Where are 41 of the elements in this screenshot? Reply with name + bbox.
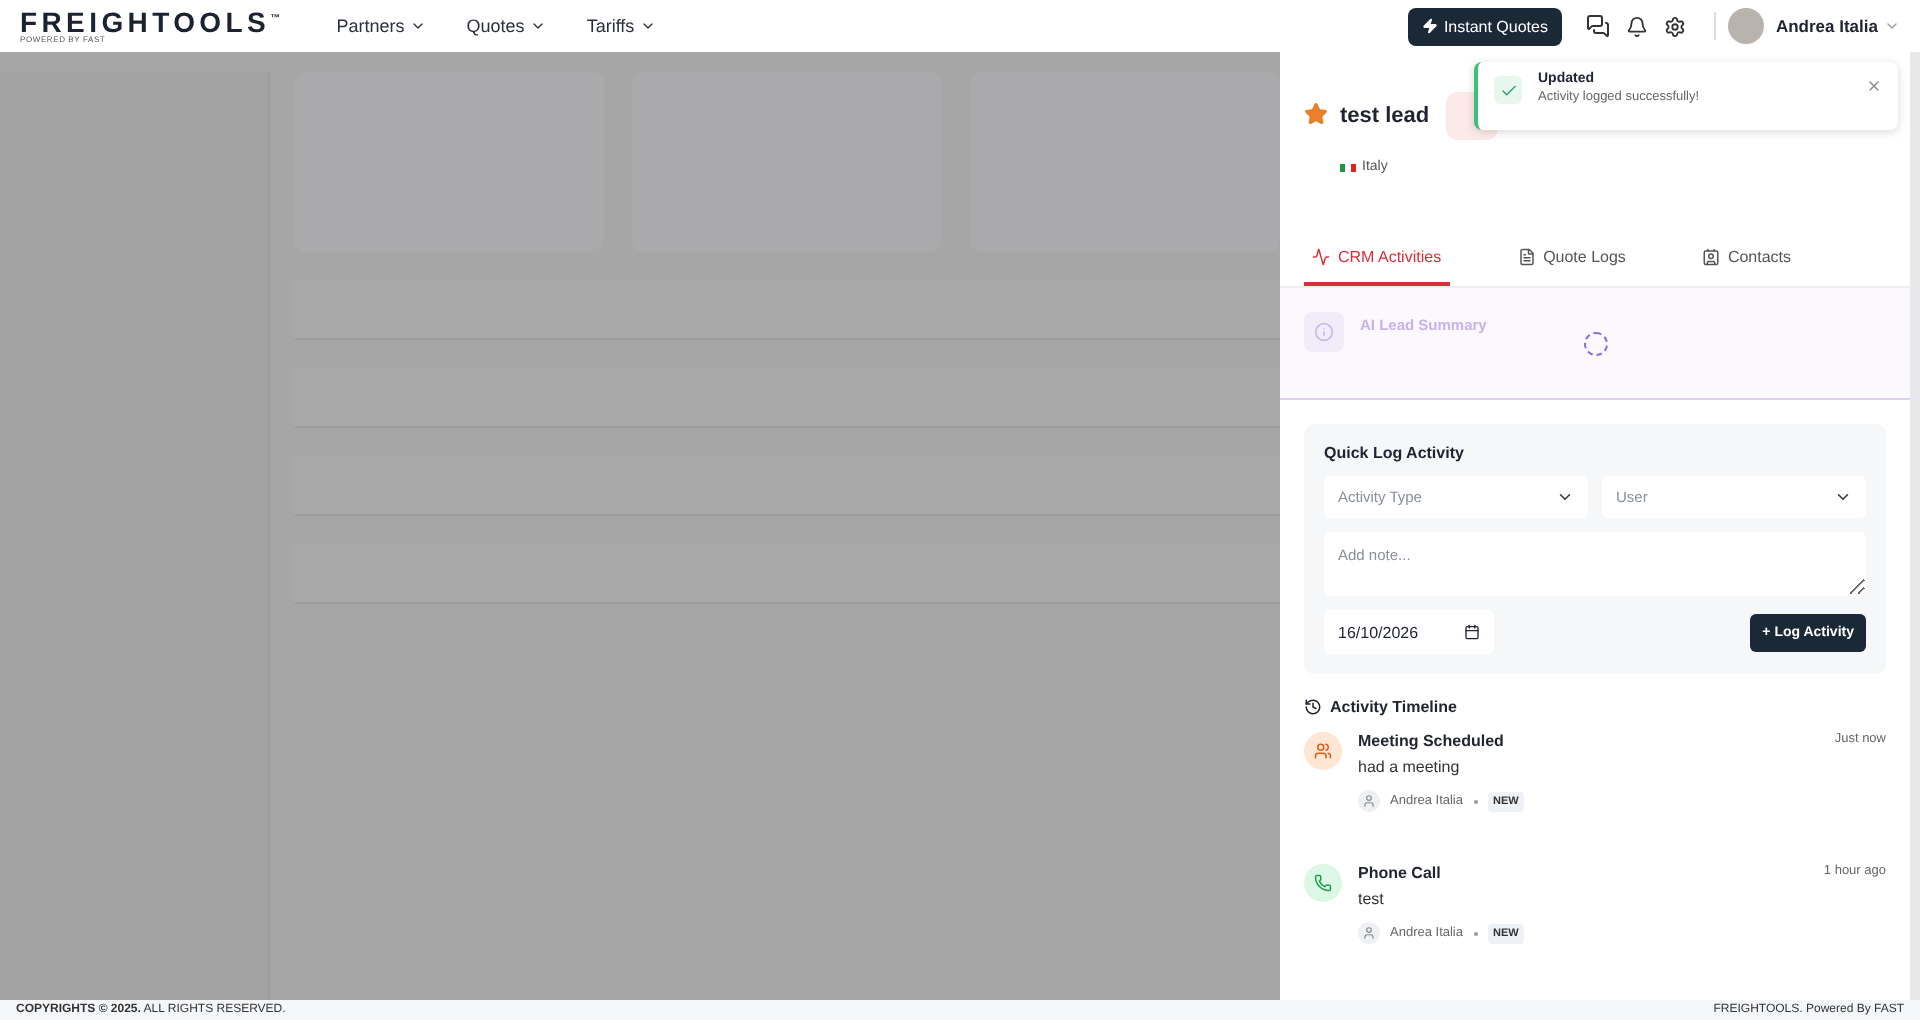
notifications-icon[interactable] <box>1625 15 1648 37</box>
chevron-down-icon <box>530 18 547 34</box>
lightning-icon <box>1421 18 1438 34</box>
nav-menu[interactable]: Partners <box>336 16 427 36</box>
flag-icon <box>1340 163 1356 171</box>
tab[interactable]: Contacts <box>1693 232 1800 286</box>
calendar-icon[interactable] <box>1464 624 1480 640</box>
settings-icon[interactable] <box>1663 15 1686 37</box>
loading-spinner-icon <box>1584 332 1608 356</box>
user-icon <box>1358 790 1380 812</box>
activity-icon <box>1312 248 1330 266</box>
chevron-down-icon <box>410 18 427 34</box>
chevron-down-icon[interactable] <box>1884 18 1900 34</box>
card-title: Quick Log Activity <box>1324 444 1466 462</box>
chevron-down-icon <box>1834 488 1852 506</box>
date-field[interactable]: 16/10/2026 <box>1324 610 1494 654</box>
chat-icon[interactable] <box>1585 14 1610 38</box>
instant-quotes-button[interactable]: Instant Quotes <box>1407 7 1562 45</box>
chevron-down-icon <box>1556 488 1574 506</box>
document-icon <box>1517 248 1536 266</box>
check-icon <box>1494 76 1522 104</box>
user-icon <box>1358 922 1380 944</box>
brand-logo: FREIGHTOOLS$^{™}$ <box>20 8 285 36</box>
nav-menu[interactable]: Quotes <box>466 16 547 36</box>
activity-note: test <box>1358 890 1386 908</box>
people-icon <box>1304 732 1342 770</box>
activity-title: Phone Call <box>1358 864 1443 882</box>
phone-icon <box>1304 864 1342 902</box>
close-icon[interactable] <box>1866 78 1882 94</box>
tab[interactable]: Quote Logs <box>1509 232 1634 286</box>
contact-card-icon <box>1701 248 1720 266</box>
info-icon <box>1304 312 1344 352</box>
lead-name: test lead <box>1340 104 1430 128</box>
activity-note: had a meeting <box>1358 758 1462 776</box>
chevron-down-icon <box>640 18 657 34</box>
timeline-title: Activity Timeline <box>1330 698 1457 716</box>
activity-title: Meeting Scheduled <box>1358 732 1506 750</box>
nav-menu[interactable]: Tariffs <box>586 16 657 36</box>
history-icon <box>1304 698 1322 716</box>
user-name[interactable]: Andrea Italia <box>1775 16 1878 36</box>
star-icon <box>1304 102 1328 126</box>
